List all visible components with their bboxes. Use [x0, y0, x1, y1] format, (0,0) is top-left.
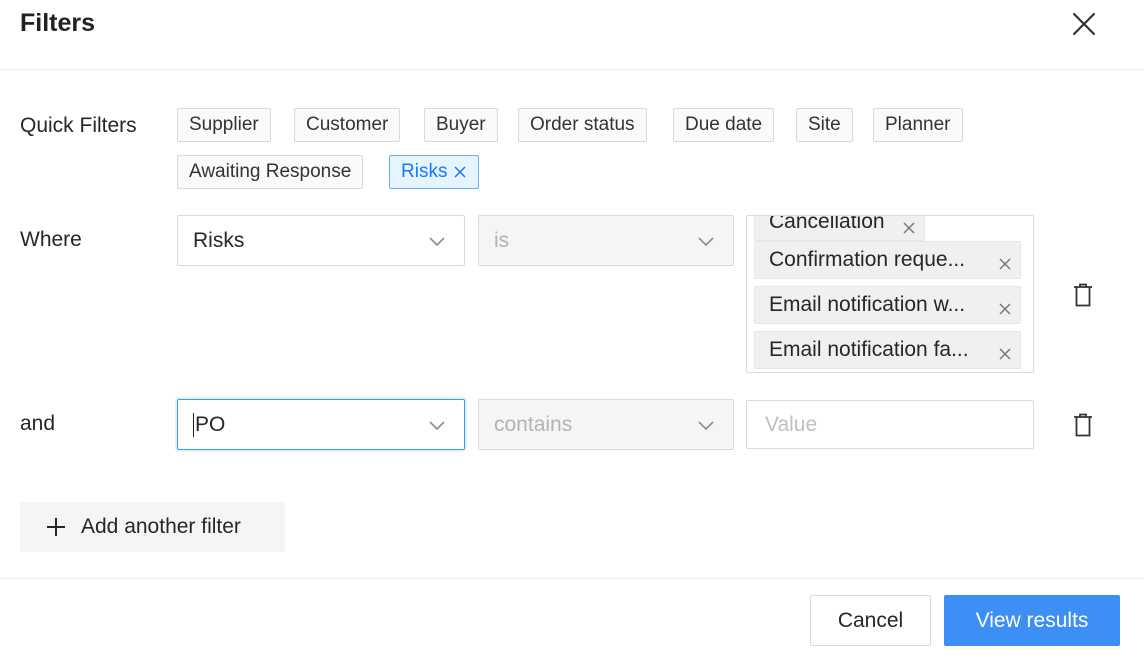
- chevron-down-icon: [428, 233, 446, 257]
- add-filter-button[interactable]: Add another filter: [20, 502, 285, 552]
- dialog-header: Filters: [0, 0, 1144, 70]
- chip-label: Planner: [885, 114, 951, 135]
- dialog-title: Filters: [20, 9, 96, 37]
- cancel-button[interactable]: Cancel: [810, 595, 931, 646]
- delete-filter-icon[interactable]: [1071, 282, 1095, 308]
- quick-filters-label: Quick Filters: [20, 114, 137, 137]
- quick-filter-risks[interactable]: Risks: [389, 155, 480, 189]
- operator-select-value: contains: [494, 412, 573, 436]
- selected-value-tag: Email notification fa...: [754, 331, 1021, 369]
- tag-label: Cancellation: [769, 215, 885, 233]
- field-select-value: Risks: [193, 228, 245, 252]
- chip-label: Risks: [401, 161, 448, 182]
- filter-conjunction-where: Where: [20, 228, 82, 251]
- chip-label: Order status: [530, 114, 635, 135]
- remove-chip-icon[interactable]: [453, 165, 467, 179]
- text-caret: [193, 412, 194, 437]
- filter-conjunction-and: and: [20, 412, 56, 435]
- plus-icon: [45, 516, 67, 538]
- chevron-down-icon: [697, 417, 715, 441]
- selected-value-tag: Confirmation reque...: [754, 241, 1021, 279]
- remove-tag-icon[interactable]: [902, 217, 916, 241]
- quick-filter-due-date[interactable]: Due date: [673, 108, 775, 142]
- quick-filter-customer[interactable]: Customer: [294, 108, 401, 142]
- operator-select[interactable]: is: [478, 215, 734, 266]
- operator-select-value: is: [494, 228, 510, 252]
- tag-label: Confirmation reque...: [769, 248, 966, 271]
- view-results-button[interactable]: View results: [944, 595, 1120, 646]
- tag-label: Email notification w...: [769, 293, 966, 316]
- quick-filter-supplier[interactable]: Supplier: [177, 108, 271, 142]
- quick-filter-site[interactable]: Site: [796, 108, 853, 142]
- field-select-value: PO: [195, 412, 226, 436]
- chip-label: Awaiting Response: [189, 161, 352, 182]
- remove-tag-icon[interactable]: [998, 343, 1012, 367]
- value-multiselect[interactable]: Cancellation Confirmation reque... Email…: [746, 215, 1034, 373]
- value-input[interactable]: [746, 400, 1034, 449]
- remove-tag-icon[interactable]: [998, 253, 1012, 277]
- close-icon[interactable]: [1068, 8, 1100, 40]
- delete-filter-icon[interactable]: [1071, 412, 1095, 438]
- selected-value-tag: Cancellation: [754, 215, 925, 241]
- add-filter-label: Add another filter: [81, 515, 241, 538]
- selected-value-tag: Email notification w...: [754, 286, 1021, 324]
- field-select[interactable]: Risks: [177, 215, 465, 266]
- chip-label: Site: [808, 114, 841, 135]
- operator-select[interactable]: contains: [478, 399, 734, 450]
- chevron-down-icon: [697, 233, 715, 257]
- quick-filter-awaiting-response[interactable]: Awaiting Response: [177, 155, 364, 189]
- chip-label: Buyer: [436, 114, 486, 135]
- tag-label: Email notification fa...: [769, 338, 969, 361]
- chip-label: Due date: [685, 114, 763, 135]
- chip-label: Customer: [306, 114, 389, 135]
- chevron-down-icon: [428, 417, 446, 441]
- chip-label: Supplier: [189, 114, 259, 135]
- quick-filter-buyer[interactable]: Buyer: [424, 108, 498, 142]
- quick-filter-planner[interactable]: Planner: [873, 108, 963, 142]
- field-select[interactable]: PO: [177, 399, 465, 450]
- remove-tag-icon[interactable]: [998, 298, 1012, 322]
- quick-filter-order-status[interactable]: Order status: [518, 108, 647, 142]
